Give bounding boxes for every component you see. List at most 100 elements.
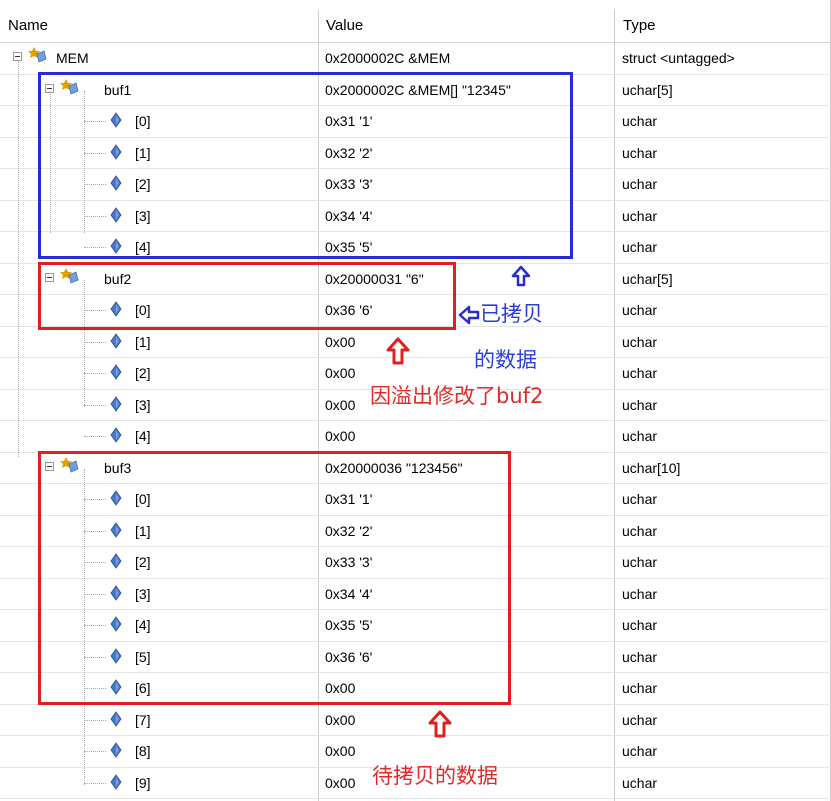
- left-arrow-icon: [458, 305, 480, 325]
- element-index: [3]: [135, 396, 151, 413]
- type-cell: uchar: [622, 585, 658, 602]
- element-index: [0]: [135, 113, 151, 129]
- member-icon: [110, 490, 122, 506]
- value-cell[interactable]: 0x36 '6': [325, 642, 615, 672]
- name-cell: buf3: [0, 453, 318, 483]
- value-cell[interactable]: 0x32 '2': [325, 138, 615, 168]
- element-index: [7]: [135, 711, 151, 728]
- value-cell[interactable]: 0x35 '5': [325, 610, 615, 640]
- type-column-header[interactable]: Type: [623, 10, 656, 42]
- tree-row-element[interactable]: [1] 0x32 '2' uchar: [0, 138, 831, 169]
- value-cell[interactable]: 0x34 '4': [325, 201, 615, 231]
- member-icon: [110, 301, 122, 317]
- tree-connector: [84, 719, 106, 721]
- member-icon: [110, 742, 122, 758]
- value-cell[interactable]: 0x00: [325, 705, 615, 735]
- name-cell: [5]: [0, 642, 318, 672]
- up-arrow-icon: [386, 337, 410, 365]
- up-arrow-icon: [511, 265, 531, 287]
- tree-row-element[interactable]: [2] 0x33 '3' uchar: [0, 169, 831, 201]
- tree-row-element[interactable]: [2] 0x33 '3' uchar: [0, 547, 831, 579]
- name-column-header[interactable]: Name: [8, 10, 48, 42]
- element-index: [8]: [135, 743, 151, 759]
- type-cell: uchar: [622, 176, 658, 192]
- tree-connector: [84, 688, 106, 689]
- value-cell[interactable]: 0x34 '4': [325, 579, 615, 609]
- value-cell[interactable]: 0x2000002C &MEM[] "12345": [325, 75, 615, 105]
- tree-row-MEM[interactable]: MEM 0x2000002C &MEM struct <untagged>: [0, 43, 831, 75]
- copied-data-label-line2: 的数据: [474, 348, 537, 372]
- variable-name: buf3: [104, 459, 132, 476]
- tree-row-element[interactable]: [4] 0x35 '5' uchar: [0, 610, 831, 642]
- tree-connector: [84, 656, 106, 658]
- value-cell[interactable]: 0x00: [325, 327, 615, 357]
- tree-row-element[interactable]: [4] 0x35 '5' uchar: [0, 232, 831, 264]
- value-cell[interactable]: 0x31 '1': [325, 106, 615, 136]
- member-icon: [110, 175, 122, 191]
- tree-row-element[interactable]: [5] 0x36 '6' uchar: [0, 642, 831, 673]
- collapse-toggle-icon[interactable]: [13, 52, 22, 61]
- name-cell: [3]: [0, 390, 318, 420]
- tree-row-buf2[interactable]: buf2 0x20000031 "6" uchar[5]: [0, 264, 831, 295]
- value-cell[interactable]: 0x35 '5': [325, 232, 615, 262]
- name-cell: [1]: [0, 138, 318, 168]
- type-cell: uchar: [622, 144, 658, 161]
- tree-connector: [84, 310, 106, 311]
- tree-row-buf1[interactable]: buf1 0x2000002C &MEM[] "12345" uchar[5]: [0, 75, 831, 106]
- struct-icon: [60, 267, 79, 284]
- value-cell[interactable]: 0x33 '3': [325, 169, 615, 199]
- value-cell[interactable]: 0x00: [325, 673, 615, 703]
- tree-row-element[interactable]: [6] 0x00 uchar: [0, 673, 831, 705]
- member-icon: [110, 143, 122, 160]
- to-copy-label: 待拷贝的数据: [372, 764, 498, 788]
- member-icon: [110, 553, 122, 569]
- struct-icon: [60, 456, 79, 473]
- element-index: [2]: [135, 176, 151, 192]
- name-cell: [7]: [0, 705, 318, 735]
- member-icon: [110, 112, 122, 128]
- element-index: [4]: [135, 239, 151, 255]
- type-cell: uchar[10]: [622, 459, 681, 476]
- tree-row-element[interactable]: [1] 0x00 uchar: [0, 327, 831, 358]
- element-index: [3]: [135, 585, 151, 602]
- tree-row-element[interactable]: [0] 0x31 '1' uchar: [0, 484, 831, 516]
- name-cell: [2]: [0, 169, 318, 199]
- tree-connector: [84, 121, 106, 122]
- tree-row-element[interactable]: [0] 0x31 '1' uchar: [0, 106, 831, 138]
- value-cell[interactable]: 0x32 '2': [325, 516, 615, 546]
- tree-connector: [84, 373, 106, 374]
- value-cell[interactable]: 0x31 '1': [325, 484, 615, 514]
- type-cell: uchar: [622, 113, 658, 129]
- struct-icon: [60, 78, 79, 95]
- type-cell: struct <untagged>: [622, 50, 735, 66]
- value-cell[interactable]: 0x00: [325, 421, 615, 451]
- value-cell[interactable]: 0x20000036 "123456": [325, 453, 615, 483]
- element-index: [0]: [135, 491, 151, 507]
- tree-row-element[interactable]: [0] 0x36 '6' uchar: [0, 295, 831, 327]
- value-cell[interactable]: 0x20000031 "6": [325, 264, 615, 294]
- value-column-header[interactable]: Value: [326, 10, 363, 42]
- value-cell[interactable]: 0x33 '3': [325, 547, 615, 577]
- type-cell: uchar: [622, 617, 658, 633]
- tree-connector: [84, 530, 106, 532]
- tree-row-element[interactable]: [4] 0x00 uchar: [0, 421, 831, 453]
- name-cell: buf2: [0, 264, 318, 294]
- tree-connector: [84, 152, 106, 154]
- name-cell: [6]: [0, 673, 318, 703]
- collapse-toggle-icon[interactable]: [45, 461, 54, 471]
- member-icon: [110, 584, 122, 601]
- overflow-label: 因溢出修改了buf2: [370, 384, 544, 408]
- tree-row-element[interactable]: [3] 0x34 '4' uchar: [0, 579, 831, 610]
- collapse-toggle-icon[interactable]: [45, 272, 54, 282]
- type-cell: uchar: [622, 302, 658, 318]
- element-index: [3]: [135, 207, 151, 224]
- value-cell[interactable]: 0x2000002C &MEM: [325, 43, 615, 73]
- tree-row-buf3[interactable]: buf3 0x20000036 "123456" uchar[10]: [0, 453, 831, 484]
- type-cell: uchar: [622, 743, 658, 759]
- element-index: [1]: [135, 144, 151, 161]
- tree-row-element[interactable]: [3] 0x34 '4' uchar: [0, 201, 831, 232]
- tree-row-element[interactable]: [7] 0x00 uchar: [0, 705, 831, 736]
- name-cell: [1]: [0, 516, 318, 546]
- tree-row-element[interactable]: [1] 0x32 '2' uchar: [0, 516, 831, 547]
- name-cell: [4]: [0, 610, 318, 640]
